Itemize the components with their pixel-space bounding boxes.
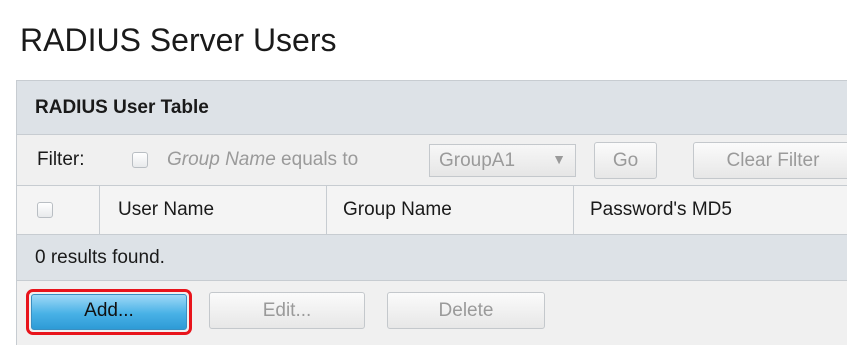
results-count: 0 results found. [35,247,165,268]
filter-enable-checkbox[interactable] [132,152,148,168]
group-name-select-value: GroupA1 [439,150,516,171]
action-bar: Add... Edit... Delete [17,281,847,345]
filter-field-name: Group Name [167,149,276,170]
filter-operator: equals to [275,149,359,170]
column-header-password-md5[interactable]: Password's MD5 [590,199,732,221]
add-button-highlight: Add... [26,289,192,335]
panel-title: RADIUS User Table [35,97,209,118]
column-divider [99,186,100,234]
column-header-user-name[interactable]: User Name [118,199,214,221]
column-divider [326,186,327,234]
panel-header: RADIUS User Table [17,81,847,135]
column-divider [573,186,574,234]
go-button[interactable]: Go [594,142,657,179]
chevron-down-icon: ▼ [552,151,566,167]
filter-row: Filter: Group Name equals to GroupA1 ▼ G… [17,135,847,186]
filter-criteria: Group Name equals to [167,149,358,171]
page-title: RADIUS Server Users [20,22,337,58]
add-button[interactable]: Add... [31,294,187,330]
radius-user-table-panel: RADIUS User Table Filter: Group Name equ… [16,80,847,345]
filter-label: Filter: [37,149,85,170]
clear-filter-button[interactable]: Clear Filter [693,142,847,179]
column-header-group-name[interactable]: Group Name [343,199,452,221]
results-row: 0 results found. [17,235,847,281]
edit-button[interactable]: Edit... [209,292,365,329]
table-header-row: User Name Group Name Password's MD5 [17,186,847,235]
delete-button[interactable]: Delete [387,292,545,329]
select-all-checkbox[interactable] [37,202,53,218]
group-name-select[interactable]: GroupA1 ▼ [429,144,576,177]
